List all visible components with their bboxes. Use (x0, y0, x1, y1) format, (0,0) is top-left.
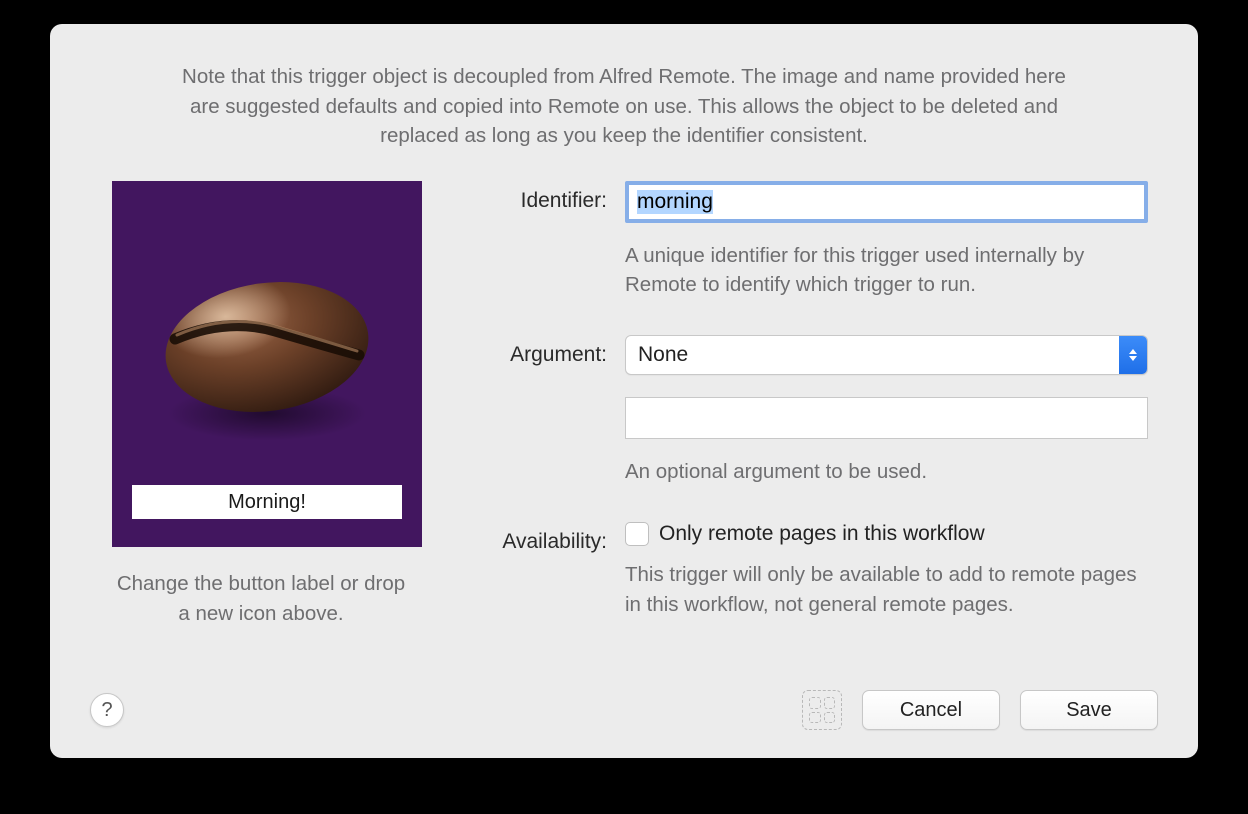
identifier-label: Identifier: (470, 181, 625, 213)
dialog-note: Note that this trigger object is decoupl… (100, 62, 1148, 151)
cancel-button[interactable]: Cancel (862, 690, 1000, 730)
argument-select-value: None (638, 343, 688, 367)
preview-hint: Change the button label or drop a new ic… (112, 569, 410, 628)
grid-icon-button[interactable] (802, 690, 842, 730)
save-button[interactable]: Save (1020, 690, 1158, 730)
help-button[interactable]: ? (90, 693, 124, 727)
identifier-help: A unique identifier for this trigger use… (625, 241, 1148, 299)
trigger-config-dialog: Note that this trigger object is decoupl… (50, 24, 1198, 758)
argument-select[interactable]: None (625, 335, 1148, 375)
chevron-up-down-icon (1119, 336, 1147, 374)
identifier-input[interactable] (625, 181, 1148, 223)
argument-extra-input[interactable] (625, 397, 1148, 439)
coffee-bean-icon (157, 269, 377, 419)
argument-help: An optional argument to be used. (625, 457, 1148, 486)
availability-checkbox-label: Only remote pages in this workflow (659, 522, 985, 546)
availability-checkbox[interactable] (625, 522, 649, 546)
question-icon: ? (101, 699, 112, 722)
availability-help: This trigger will only be available to a… (625, 560, 1148, 618)
preview-label-input[interactable] (132, 485, 402, 519)
availability-label: Availability: (470, 522, 625, 554)
icon-preview[interactable] (112, 181, 422, 547)
argument-label: Argument: (470, 335, 625, 367)
